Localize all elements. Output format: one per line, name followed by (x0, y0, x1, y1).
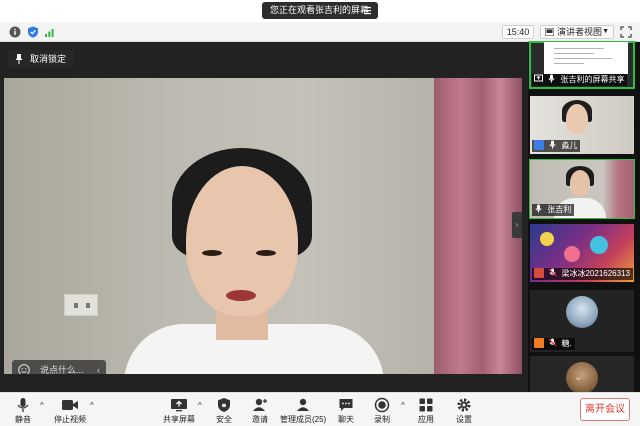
share-screen-button[interactable]: 共享屏幕 (162, 393, 196, 426)
record-button[interactable]: 录制 (370, 393, 394, 426)
meeting-timer: 15:40 (502, 25, 534, 39)
add-person-icon (253, 398, 267, 411)
security-button[interactable]: 安全 (212, 393, 236, 426)
decor-dot (590, 236, 608, 254)
participant-tile-screen-share[interactable]: 张吉利的屏幕共享 (529, 41, 635, 89)
speaker-eye-right (256, 250, 276, 256)
participant-label: 张吉利的屏幕共享 (532, 74, 628, 86)
fullscreen-icon[interactable] (620, 26, 632, 38)
participant-face-shape (566, 104, 588, 134)
invite-label: 邀请 (252, 415, 268, 424)
participant-name: 张吉利 (547, 205, 572, 214)
mute-options-chevron-icon[interactable]: ^ (40, 401, 44, 410)
chevron-down-icon[interactable]: ⌄ (574, 372, 582, 383)
security-label: 安全 (216, 415, 232, 424)
participant-name: 淼儿 (561, 141, 578, 150)
shield-icon (218, 398, 230, 412)
share-screen-icon (171, 399, 187, 412)
menu-lines-icon[interactable] (361, 4, 374, 17)
participant-face-shape (570, 170, 590, 196)
stop-video-button[interactable]: 停止视频 (52, 393, 88, 426)
mute-label: 静音 (15, 415, 31, 424)
microphone-icon (548, 74, 555, 83)
participant-name: 张吉利的屏幕共享 (560, 75, 625, 84)
participant-name: 梁冰冰2021626313 (561, 269, 630, 278)
microphone-icon (17, 398, 29, 412)
manage-participants-label: 管理成员(25) (280, 415, 327, 424)
active-speaker-video[interactable]: 说点什么... ‹ (4, 78, 522, 374)
info-icon[interactable] (9, 26, 21, 38)
avatar (566, 296, 598, 328)
pin-icon (15, 54, 23, 64)
microphone-muted-icon (548, 268, 557, 277)
participant-gallery: 张吉利的屏幕共享 淼儿 张吉利 梁冰冰2021626313 糖. ⌄ (528, 41, 640, 392)
video-camera-icon (62, 400, 78, 410)
participants-icon (297, 398, 309, 411)
decor-dot (564, 246, 580, 262)
record-label: 录制 (374, 415, 390, 424)
leave-meeting-button[interactable]: 离开会议 (580, 398, 630, 421)
emoji-icon[interactable] (18, 364, 30, 374)
meeting-toolbar: 静音 ^ 停止视频 ^ 共享屏幕 ^ 安全 邀请 管理成员(25) 聊天 录制 … (0, 392, 640, 426)
record-options-chevron-icon[interactable]: ^ (401, 401, 405, 410)
apps-button[interactable]: 应用 (414, 393, 438, 426)
chat-icon (339, 399, 353, 411)
speaker-view-button[interactable]: 演讲者视图 ▼ (540, 25, 614, 39)
collapse-gallery-button[interactable]: › (512, 212, 522, 238)
unlock-video-label: 取消锁定 (30, 54, 67, 64)
participant-tile[interactable]: 梁冰冰2021626313 (530, 224, 634, 282)
chat-button[interactable]: 聊天 (334, 393, 358, 426)
viewing-share-text: 您正在观看张吉利的屏幕 (270, 5, 370, 15)
shield-check-icon[interactable] (27, 26, 39, 38)
viewing-share-pill[interactable]: 您正在观看张吉利的屏幕 (262, 2, 378, 19)
meeting-info-bar: 15:40 演讲者视图 ▼ (0, 22, 640, 42)
settings-label: 设置 (456, 415, 472, 424)
avatar (534, 338, 544, 348)
share-banner-bar: 您正在观看张吉利的屏幕 (0, 0, 640, 22)
chevron-left-icon[interactable]: ‹ (97, 360, 100, 374)
wall-socket-image (64, 294, 98, 316)
gear-icon (457, 398, 471, 412)
share-options-chevron-icon[interactable]: ^ (198, 401, 202, 410)
microphone-icon (549, 140, 556, 149)
participant-label: 梁冰冰2021626313 (532, 268, 633, 280)
apps-grid-icon (419, 398, 433, 412)
quick-chat-input[interactable]: 说点什么... ‹ (12, 360, 106, 374)
participant-label: 淼儿 (532, 140, 581, 152)
chevron-right-icon: › (515, 220, 519, 229)
avatar (534, 268, 544, 278)
speaker-eye-left (202, 250, 222, 256)
participant-tile-active-speaker[interactable]: 张吉利 (529, 159, 635, 219)
share-screen-label: 共享屏幕 (163, 415, 195, 424)
chevron-down-icon: ▼ (602, 28, 609, 35)
shared-document-thumbnail (544, 42, 628, 74)
settings-button[interactable]: 设置 (452, 393, 476, 426)
speaker-stage: 取消锁定 说点什么... ‹ › (0, 42, 528, 392)
microphone-icon (535, 204, 542, 213)
participant-name: 糖. (561, 339, 572, 348)
participant-label: 糖. (532, 338, 575, 350)
microphone-muted-icon (548, 338, 557, 347)
participant-tile[interactable]: 糖. (530, 290, 634, 352)
speaker-view-label: 演讲者视图 (557, 27, 603, 37)
participant-label: 张吉利 (532, 204, 575, 216)
stop-video-label: 停止视频 (54, 415, 86, 424)
invite-button[interactable]: 邀请 (248, 393, 272, 426)
participant-tile[interactable]: 淼儿 (530, 96, 634, 154)
decor-dot (540, 232, 554, 246)
quick-chat-placeholder: 说点什么... (40, 365, 84, 374)
video-curtain-background (434, 78, 522, 374)
chat-label: 聊天 (338, 415, 354, 424)
speaker-mouth-shape (226, 290, 256, 301)
apps-label: 应用 (418, 415, 434, 424)
manage-participants-button[interactable]: 管理成员(25) (280, 393, 326, 426)
mute-button[interactable]: 静音 (8, 393, 38, 426)
grid-view-icon (545, 28, 554, 36)
signal-bars-icon[interactable] (44, 26, 56, 38)
unlock-video-button[interactable]: 取消锁定 (8, 50, 75, 68)
share-screen-icon (534, 74, 543, 82)
record-icon (374, 397, 390, 413)
video-options-chevron-icon[interactable]: ^ (90, 401, 94, 410)
avatar (534, 140, 544, 150)
